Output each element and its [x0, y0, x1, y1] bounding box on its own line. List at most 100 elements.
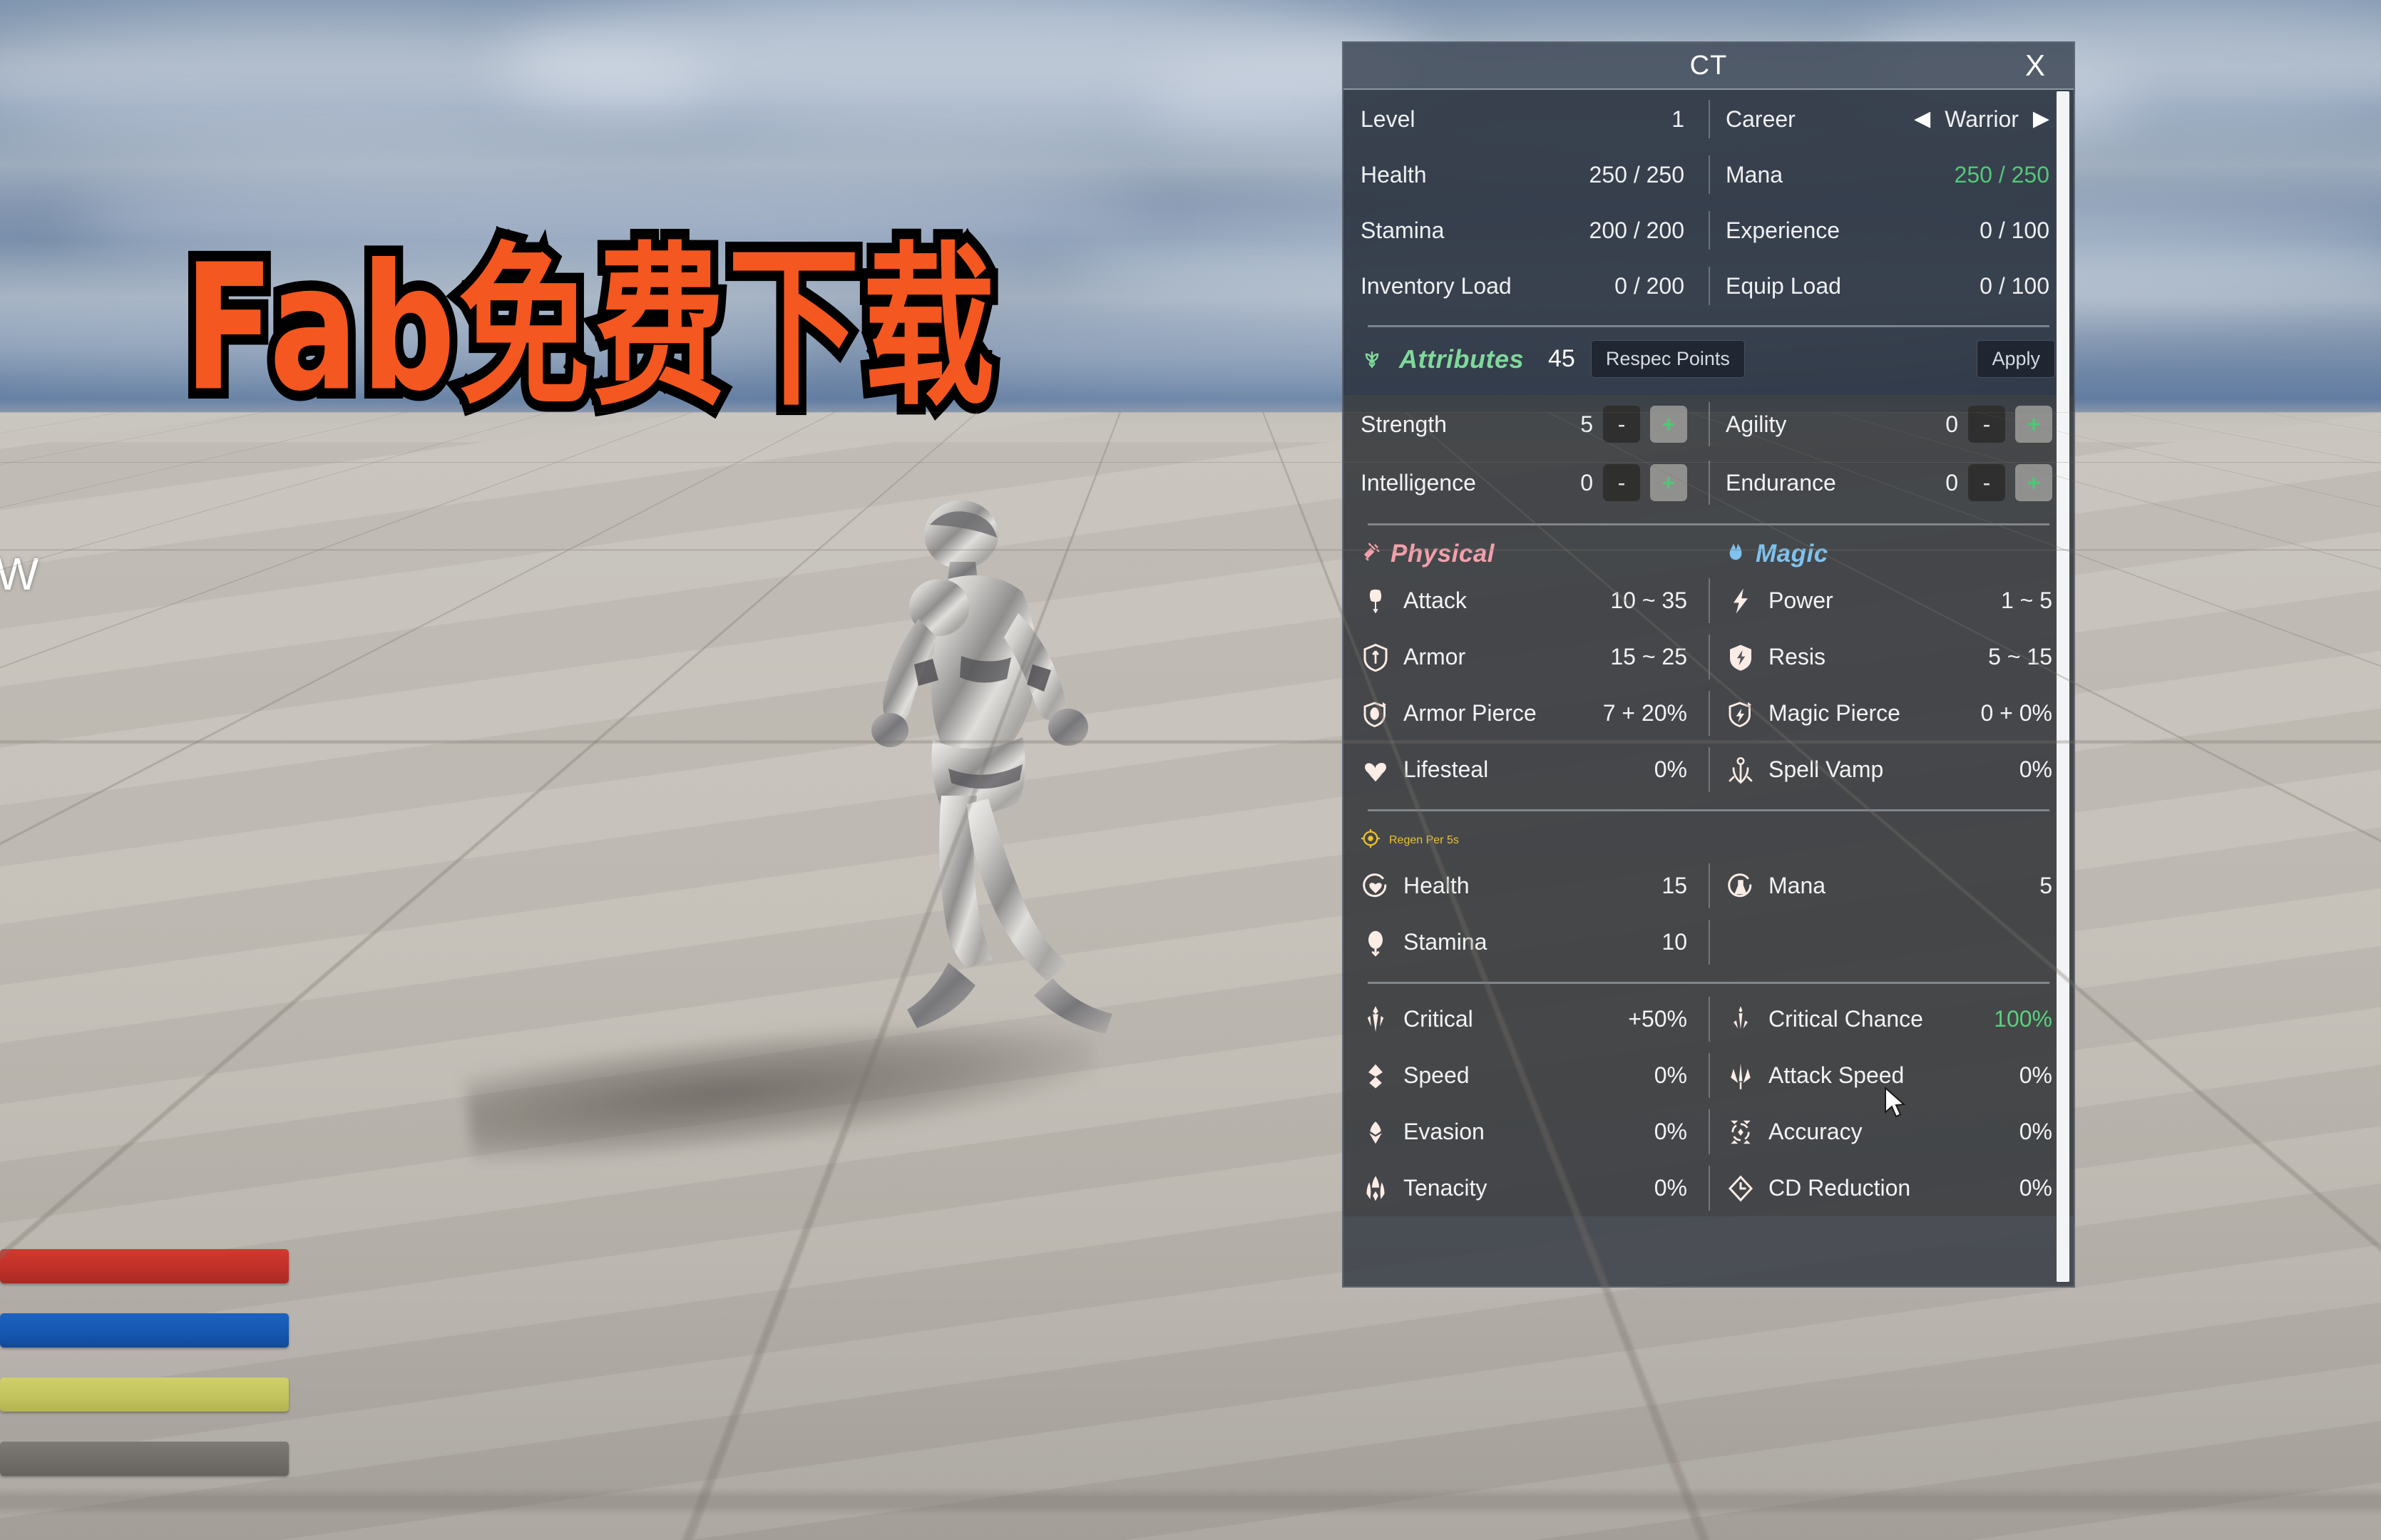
accuracy-icon	[1726, 1117, 1756, 1147]
character-stats-panel[interactable]: CT X Level 1 Career ◀ Warrior ▶ Health 2…	[1342, 41, 2075, 1288]
regen-row-stamina: Stamina 10	[1343, 914, 2074, 970]
clock-regen-icon	[1361, 828, 1381, 852]
stat-attack: Attack 10 ~ 35	[1343, 573, 1709, 629]
stat-row-critical: Critical +50% Critical Chance 100%	[1343, 991, 2074, 1047]
edge-clipped-letter: W	[0, 548, 39, 600]
screenshot-root: Fab免费下载 W CT X Level 1 Career ◀ Warrior …	[0, 0, 2381, 1540]
lightning-icon	[1726, 586, 1756, 616]
stat-label: Inventory Load	[1361, 272, 1512, 299]
stat-value: 200 / 200	[1589, 217, 1684, 243]
vitals-row-load: Inventory Load 0 / 200 Equip Load 0 / 10…	[1343, 258, 2074, 314]
stat-value: 0%	[2019, 1119, 2052, 1144]
stat-armor-pierce: Armor Pierce 7 + 20%	[1343, 685, 1709, 741]
stat-lifesteal: Lifesteal 0%	[1343, 741, 1709, 798]
stat-row-speed: Speed 0% Attack Speed 0%	[1343, 1047, 2074, 1104]
stat-value: 0%	[2019, 1062, 2052, 1088]
vitals-row-stamina: Stamina 200 / 200 Experience 0 / 100	[1343, 202, 2074, 258]
stat-label: Attack	[1403, 587, 1467, 613]
stat-value: 100%	[1994, 1006, 2052, 1032]
shield-pierce-icon	[1361, 699, 1391, 729]
panel-titlebar: CT X	[1343, 43, 2074, 90]
category-regen: Regen Per 5s	[1343, 818, 2074, 858]
stat-label: Armor	[1403, 644, 1466, 669]
close-icon[interactable]: X	[2017, 48, 2054, 83]
stat-value: 0 / 100	[1980, 217, 2049, 243]
crit-chance-icon	[1726, 1005, 1756, 1035]
section-divider	[1368, 982, 2049, 984]
stat-label: Critical	[1403, 1006, 1473, 1032]
stat-evasion: Evasion 0%	[1343, 1104, 1709, 1160]
career-next-arrow-icon[interactable]: ▶	[2033, 108, 2049, 130]
attack-speed-icon	[1726, 1061, 1756, 1091]
stat-label: Critical Chance	[1768, 1006, 1923, 1032]
spell-vamp-icon	[1726, 755, 1756, 785]
panel-scroll-area[interactable]: Level 1 Career ◀ Warrior ▶ Health 250 / …	[1343, 90, 2074, 1286]
stat-row-tenacity: Tenacity 0% CD Reduction 0%	[1343, 1160, 2074, 1216]
stat-value: 250 / 250	[1954, 161, 2049, 188]
stat-value: 1 ~ 5	[2000, 587, 2052, 613]
career-value: Warrior	[1945, 106, 2019, 132]
character-model[interactable]	[841, 499, 1141, 1091]
vitals-row-health: Health 250 / 250 Mana 250 / 250	[1343, 147, 2074, 202]
stat-label: Attack Speed	[1768, 1062, 1905, 1088]
stat-label: Tenacity	[1403, 1175, 1488, 1201]
agility-decrement-button[interactable]: -	[1968, 406, 2005, 443]
stat-critical-chance: Critical Chance 100%	[1709, 991, 2074, 1047]
career-selector[interactable]: ◀ Warrior ▶	[1914, 106, 2049, 133]
attributes-title: Attributes	[1399, 344, 1524, 374]
career-prev-arrow-icon[interactable]: ◀	[1914, 108, 1930, 130]
intelligence-decrement-button[interactable]: -	[1603, 464, 1640, 501]
stat-value: 250 / 250	[1589, 161, 1684, 188]
strength-decrement-button[interactable]: -	[1603, 406, 1640, 443]
agility-increment-button[interactable]: +	[2015, 406, 2052, 443]
panel-scrollbar-track[interactable]	[2055, 91, 2071, 1282]
attribute-label: Strength	[1361, 411, 1447, 437]
crit-dagger-icon	[1361, 1005, 1391, 1035]
stat-health: Health 250 / 250	[1343, 147, 1709, 202]
stat-label: Mana	[1726, 161, 1783, 188]
stat-label: Level	[1361, 106, 1415, 132]
category-label: Regen Per 5s	[1389, 833, 1459, 846]
hud-experience-bar	[0, 1442, 289, 1476]
stat-label: Stamina	[1403, 929, 1488, 955]
character-svg	[871, 500, 1112, 1034]
attribute-row-intelligence-endurance: Intelligence 0 - + Endurance 0 - +	[1343, 453, 2074, 512]
stat-speed: Speed 0%	[1343, 1047, 1709, 1104]
intelligence-increment-button[interactable]: +	[1650, 464, 1687, 501]
vitals-row-level: Level 1 Career ◀ Warrior ▶	[1343, 91, 2074, 147]
stat-label: Armor Pierce	[1403, 700, 1537, 726]
regen-row-health-mana: Health 15 Mana 5	[1343, 858, 2074, 914]
attribute-label: Endurance	[1726, 469, 1836, 496]
stat-stamina: Stamina 200 / 200	[1343, 202, 1709, 258]
stat-level: Level 1	[1343, 91, 1709, 147]
section-divider	[1368, 809, 2049, 811]
regen-stamina: Stamina 10	[1343, 914, 1709, 970]
cooldown-icon	[1726, 1174, 1756, 1203]
stat-label: Health	[1361, 161, 1427, 188]
stat-label: Health	[1403, 873, 1470, 898]
stat-label: Stamina	[1361, 217, 1445, 243]
endurance-increment-button[interactable]: +	[2015, 464, 2052, 501]
hud-stamina-bar	[0, 1377, 289, 1412]
strength-increment-button[interactable]: +	[1650, 406, 1687, 443]
stat-value: +50%	[1628, 1006, 1687, 1032]
stat-value: 0 + 0%	[1980, 700, 2052, 726]
stat-spell-vamp: Spell Vamp 0%	[1709, 741, 2074, 798]
panel-scrollbar-thumb[interactable]	[2057, 91, 2069, 1282]
stat-label: Resis	[1768, 644, 1826, 669]
stat-power: Power 1 ~ 5	[1709, 573, 2074, 629]
stat-label: Spell Vamp	[1768, 756, 1884, 782]
stat-row-armor-pierce-magic-pierce: Armor Pierce 7 + 20% Magic Pierce 0 + 0%	[1343, 685, 2074, 741]
stat-armor: Armor 15 ~ 25	[1343, 629, 1709, 685]
stat-label: Lifesteal	[1403, 756, 1489, 782]
hud-mana-bar	[0, 1313, 289, 1348]
stat-row-evasion: Evasion 0% Accuracy 0%	[1343, 1104, 2074, 1160]
apply-button[interactable]: Apply	[1977, 340, 2055, 378]
respec-points-button[interactable]: Respec Points	[1590, 340, 1745, 378]
endurance-decrement-button[interactable]: -	[1968, 464, 2005, 501]
seedling-icon	[1361, 346, 1383, 372]
stat-row-armor-resis: Armor 15 ~ 25 Resis 5 ~ 15	[1343, 629, 2074, 685]
stat-value: 0 / 200	[1614, 272, 1684, 299]
stat-value: 10 ~ 35	[1610, 587, 1687, 613]
shield-magic-pierce-icon	[1726, 699, 1756, 729]
